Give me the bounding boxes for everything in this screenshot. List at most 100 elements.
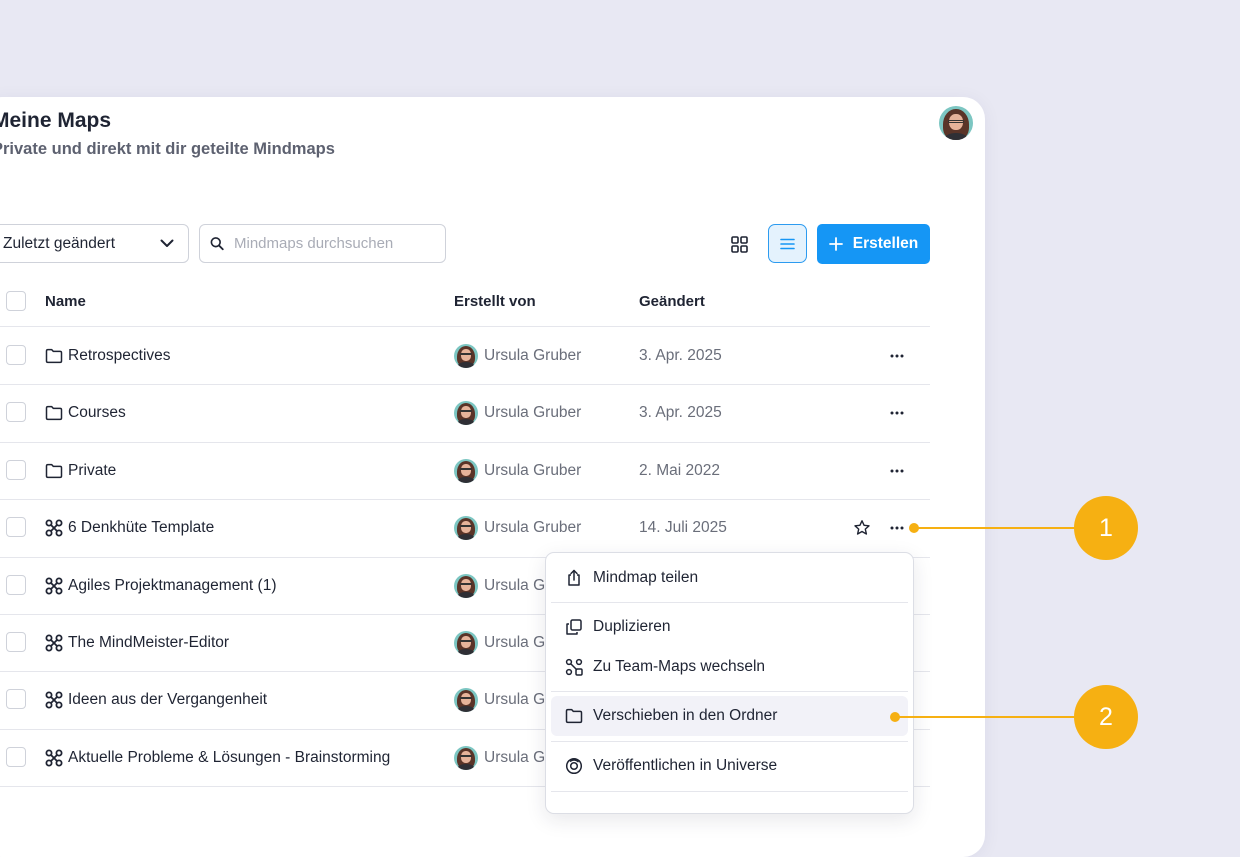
- mindmap-icon: [45, 577, 63, 594]
- row-more-button[interactable]: [886, 345, 908, 367]
- star-icon: [854, 520, 870, 535]
- menu-item-publish-universe[interactable]: Veröffentlichen in Universe: [551, 746, 908, 786]
- callout-1-marker: 1: [1074, 496, 1138, 560]
- more-icon: [890, 469, 904, 473]
- column-header-created-by[interactable]: Erstellt von: [454, 293, 536, 310]
- row-name[interactable]: Courses: [45, 384, 126, 441]
- user-avatar[interactable]: [939, 106, 973, 140]
- menu-item-share[interactable]: Mindmap teilen: [551, 558, 908, 598]
- more-icon: [890, 526, 904, 530]
- menu-divider: [551, 791, 908, 792]
- row-creator-label: Ursula Gr: [484, 633, 551, 651]
- plus-icon: [828, 237, 843, 251]
- column-header-name[interactable]: Name: [45, 293, 86, 310]
- row-name-label: 6 Denkhüte Template: [68, 518, 215, 536]
- row-checkbox[interactable]: [6, 402, 26, 422]
- row-favorite-button[interactable]: [851, 517, 873, 539]
- row-name[interactable]: Ideen aus der Vergangenheit: [45, 671, 267, 728]
- universe-icon: [565, 757, 583, 775]
- duplicate-icon: [566, 619, 582, 635]
- row-creator: Ursula Gr: [454, 729, 550, 786]
- row-name[interactable]: Retrospectives: [45, 327, 171, 384]
- list-view-button[interactable]: [768, 224, 807, 263]
- row-creator: Ursula Gr: [454, 671, 550, 728]
- table-row[interactable]: Courses Ursula Gruber 3. Apr. 2025: [0, 384, 930, 441]
- row-creator-label: Ursula Gruber: [484, 518, 582, 536]
- row-changed: 2. Mai 2022: [639, 461, 720, 479]
- callout-1-line: [914, 527, 1078, 529]
- callout-2-marker: 2: [1074, 685, 1138, 749]
- sort-select[interactable]: Zuletzt geändert: [0, 224, 189, 263]
- menu-divider: [551, 691, 908, 692]
- avatar: [454, 515, 478, 540]
- menu-item-move-to-folder[interactable]: Verschieben in den Ordner: [551, 696, 908, 736]
- table-row[interactable]: Private Ursula Gruber 2. Mai 2022: [0, 442, 930, 499]
- row-checkbox[interactable]: [6, 345, 26, 365]
- row-name-label: Ideen aus der Vergangenheit: [68, 690, 268, 708]
- row-creator-label: Ursula Gr: [484, 690, 551, 708]
- row-creator: Ursula Gruber: [454, 442, 581, 499]
- folder-icon: [45, 463, 63, 478]
- row-creator-label: Ursula Gr: [484, 576, 551, 594]
- menu-divider: [551, 602, 908, 603]
- table-row[interactable]: 6 Denkhüte Template Ursula Gruber 14. Juli…: [0, 499, 930, 556]
- folder-icon: [45, 348, 63, 363]
- row-name-label: Agiles Projektmanagement (1): [68, 576, 277, 594]
- row-checkbox[interactable]: [6, 747, 26, 767]
- mindmap-icon: [45, 634, 63, 651]
- more-icon: [890, 354, 904, 358]
- row-checkbox[interactable]: [6, 460, 26, 480]
- row-creator: Ursula Gruber: [454, 499, 581, 556]
- row-creator: Ursula Gr: [454, 614, 550, 671]
- folder-icon: [45, 405, 63, 420]
- search-field[interactable]: [199, 224, 446, 263]
- sort-select-value: Zuletzt geändert: [3, 234, 116, 252]
- row-checkbox[interactable]: [6, 689, 26, 709]
- create-button[interactable]: Erstellen: [817, 224, 930, 264]
- menu-item-label: Duplizieren: [593, 618, 671, 635]
- row-more-button[interactable]: [886, 402, 908, 424]
- callout-2-line: [895, 716, 1078, 718]
- row-name-label: Retrospectives: [68, 346, 171, 364]
- row-more-button[interactable]: [886, 517, 908, 539]
- select-all-checkbox[interactable]: [6, 291, 26, 311]
- share-icon: [568, 569, 580, 586]
- page-subtitle: Private und direkt mit dir geteilte Mind…: [0, 140, 335, 158]
- mindmap-icon: [45, 691, 63, 708]
- row-checkbox[interactable]: [6, 575, 26, 595]
- avatar: [454, 343, 478, 368]
- row-name-label: Courses: [68, 403, 126, 421]
- avatar: [454, 458, 478, 483]
- avatar: [454, 573, 478, 598]
- row-name[interactable]: Agiles Projektmanagement (1): [45, 557, 277, 614]
- row-checkbox[interactable]: [6, 632, 26, 652]
- mindmap-icon: [45, 749, 63, 766]
- row-name-label: Private: [68, 461, 117, 479]
- mindmap-icon: [45, 519, 63, 536]
- row-name[interactable]: Aktuelle Probleme & Lösungen - Brainstor…: [45, 729, 390, 786]
- chevron-down-icon: [160, 239, 174, 247]
- row-checkbox[interactable]: [6, 517, 26, 537]
- menu-item-label: Veröffentlichen in Universe: [593, 757, 778, 774]
- menu-item-label: Verschieben in den Ordner: [593, 707, 778, 724]
- row-creator-label: Ursula Gruber: [484, 403, 582, 421]
- context-menu: Mindmap teilen Duplizieren Zu Team-Maps …: [545, 552, 914, 814]
- column-header-changed[interactable]: Geändert: [639, 293, 705, 310]
- menu-item-duplicate[interactable]: Duplizieren: [551, 607, 908, 647]
- menu-divider: [551, 741, 908, 742]
- menu-item-label: Mindmap teilen: [593, 569, 699, 586]
- list-icon: [780, 238, 795, 249]
- avatar: [454, 687, 478, 712]
- search-input[interactable]: [232, 234, 435, 253]
- menu-item-team-maps[interactable]: Zu Team-Maps wechseln: [551, 647, 908, 687]
- row-more-button[interactable]: [886, 460, 908, 482]
- row-name[interactable]: The MindMeister-Editor: [45, 614, 229, 671]
- grid-view-button[interactable]: [724, 229, 754, 259]
- row-creator: Ursula Gruber: [454, 327, 581, 384]
- row-name[interactable]: 6 Denkhüte Template: [45, 499, 214, 556]
- avatar: [454, 400, 478, 425]
- table-row[interactable]: Retrospectives Ursula Gruber 3. Apr. 2025: [0, 327, 930, 384]
- row-name-label: The MindMeister-Editor: [68, 633, 230, 651]
- row-name[interactable]: Private: [45, 442, 116, 499]
- row-creator-label: Ursula Gr: [484, 748, 551, 766]
